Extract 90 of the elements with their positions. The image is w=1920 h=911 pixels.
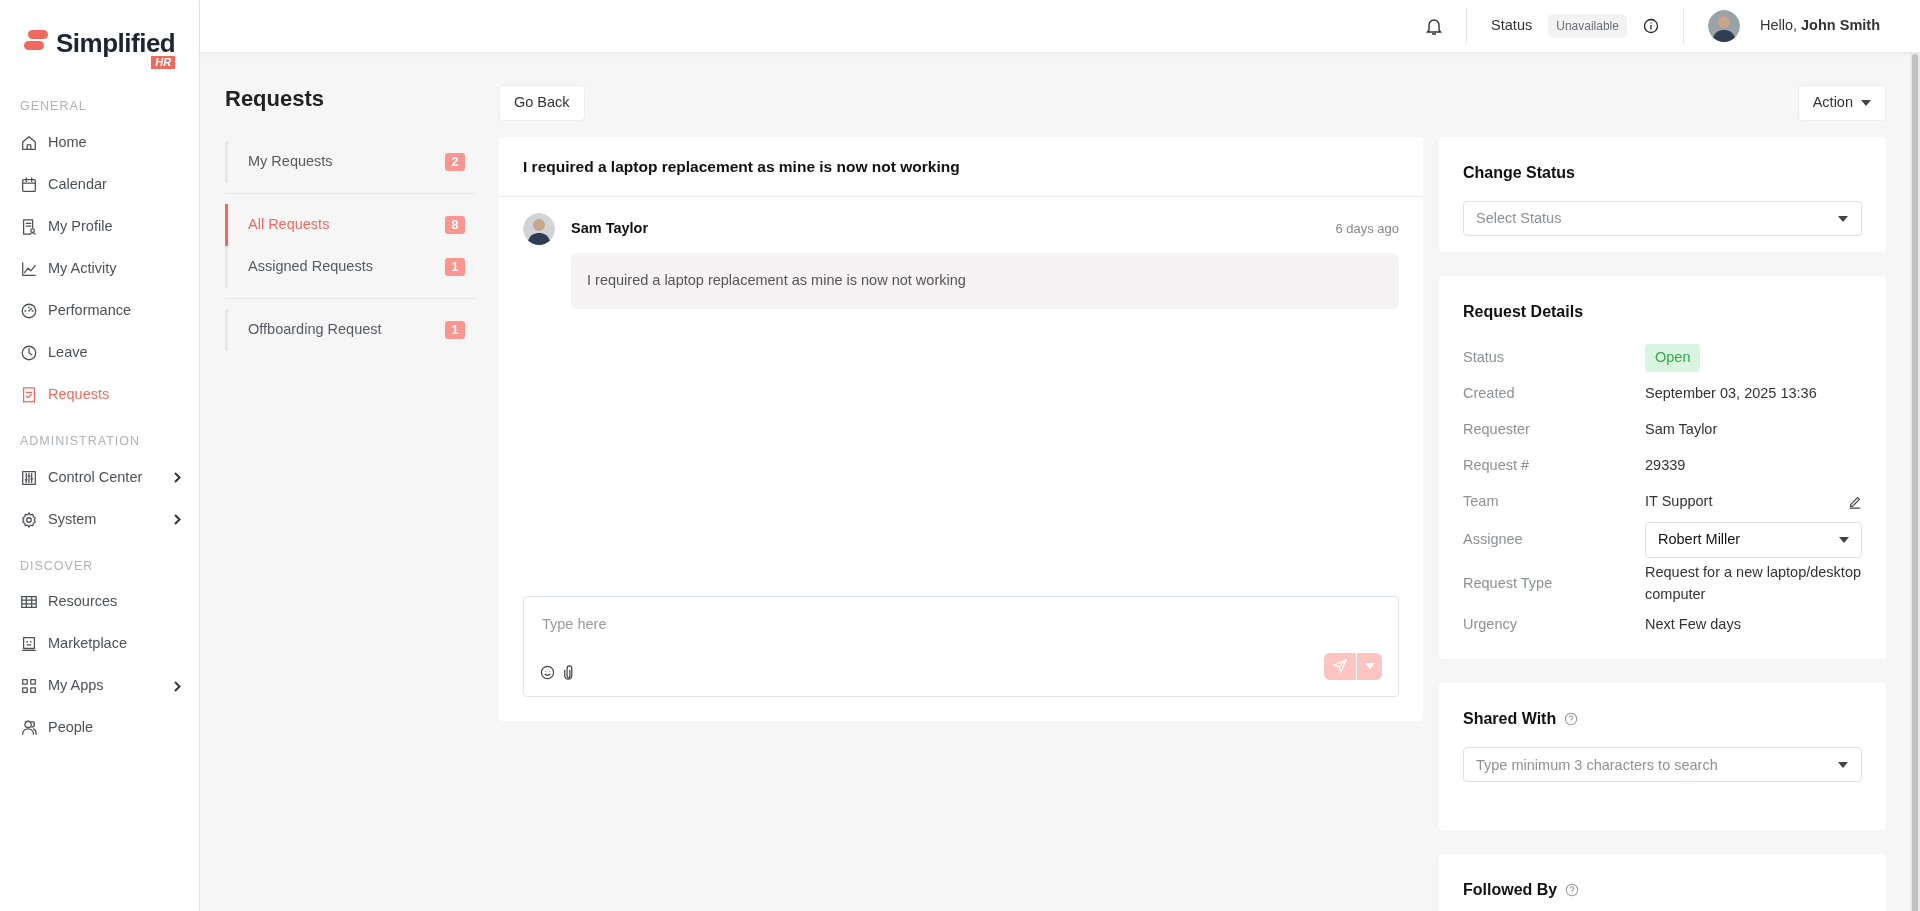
- info-icon[interactable]: [1642, 18, 1659, 34]
- bell-icon[interactable]: [1426, 17, 1443, 35]
- clock-icon: [20, 343, 38, 362]
- message-bubble: I required a laptop replacement as mine is now not working: [571, 252, 1399, 309]
- sidebar-item[interactable]: Leave: [0, 331, 199, 374]
- detail-value: Next Few days: [1645, 615, 1741, 635]
- status-select[interactable]: Select Status: [1463, 200, 1862, 236]
- chevron-icon: [174, 514, 181, 525]
- people-icon: [20, 719, 38, 738]
- request-nav-item[interactable]: Assigned Requests 1: [225, 246, 475, 288]
- detail-label: Requester: [1463, 419, 1531, 439]
- detail-value: 29339: [1645, 455, 1686, 475]
- chevron-icon: [174, 680, 181, 692]
- caret-icon: [1861, 99, 1871, 106]
- gear-icon: [20, 510, 38, 529]
- request-nav-item[interactable]: My Requests 2: [225, 141, 475, 183]
- receipt-icon: [20, 385, 38, 404]
- card-title: Request Details: [1463, 301, 1585, 322]
- avatar: [523, 212, 555, 245]
- sidebar-item[interactable]: Control Center: [0, 456, 199, 499]
- page-title: Requests: [225, 85, 326, 113]
- detail-label: Assignee: [1463, 529, 1524, 549]
- count-badge: 1: [445, 258, 465, 276]
- nav-label: Offboarding Request: [248, 320, 382, 340]
- detail-label: Request #: [1463, 455, 1531, 475]
- author-name: Sam Taylor: [571, 218, 650, 238]
- sidebar-section-title: ADMINISTRATION: [19, 432, 142, 450]
- sidebar-item[interactable]: Resources: [0, 581, 199, 624]
- greeting-text: Hello, John Smith: [1759, 16, 1880, 36]
- sidebar-item[interactable]: My Activity: [0, 247, 199, 290]
- help-icon[interactable]: [1564, 712, 1579, 727]
- nav-label: Assigned Requests: [248, 257, 373, 277]
- nav-label: My Requests: [248, 152, 333, 172]
- count-badge: 8: [445, 216, 465, 234]
- sidebar-item[interactable]: My Profile: [0, 205, 199, 248]
- sidebar-item[interactable]: Performance: [0, 289, 199, 332]
- sidebar-item[interactable]: Calendar: [0, 163, 199, 206]
- avatar: [1707, 10, 1740, 42]
- detail-value: Sam Taylor: [1645, 419, 1718, 439]
- caret-icon: [1838, 762, 1848, 769]
- caret-icon: [1838, 215, 1848, 222]
- sidebar-section-title: GENERAL: [19, 98, 88, 115]
- emoji-icon[interactable]: [540, 664, 555, 680]
- calendar-icon: [20, 175, 38, 194]
- help-icon[interactable]: [1565, 883, 1580, 898]
- screen-icon: [20, 635, 38, 654]
- send-icon: [1333, 659, 1347, 674]
- grid-icon: [20, 677, 38, 696]
- gauge-icon: [20, 301, 38, 320]
- logo-badge: HR: [151, 56, 176, 69]
- assignee-select[interactable]: Robert Miller: [1645, 521, 1862, 558]
- paperclip-icon[interactable]: [563, 664, 574, 680]
- action-button[interactable]: Action: [1797, 85, 1886, 121]
- card-title: Shared With: [1463, 709, 1557, 730]
- detail-value: Request for a new laptop/desktop computer: [1645, 562, 1862, 604]
- sidebar-item[interactable]: System: [0, 498, 199, 541]
- count-badge: 1: [445, 321, 465, 339]
- go-back-button[interactable]: Go Back: [499, 85, 585, 121]
- home-icon: [20, 133, 38, 152]
- sidebar-item[interactable]: People: [0, 707, 199, 750]
- card-title: Change Status: [1463, 162, 1576, 183]
- detail-label: Status: [1463, 347, 1506, 367]
- chart-icon: [20, 259, 38, 278]
- status-badge: Open: [1645, 343, 1701, 372]
- detail-label: Created: [1463, 383, 1516, 403]
- ticket-title: I required a laptop replacement as mine is now not working: [499, 136, 1423, 197]
- status-badge: Unavailable: [1548, 14, 1627, 38]
- status-label: Status: [1491, 16, 1533, 36]
- nav-label: All Requests: [248, 215, 330, 235]
- logo-icon: [24, 30, 48, 50]
- request-nav-item[interactable]: Offboarding Request 1: [225, 309, 475, 351]
- chevron-icon: [174, 472, 181, 483]
- caret-icon: [1839, 536, 1849, 543]
- card-title: Followed By: [1463, 880, 1558, 901]
- detail-label: Urgency: [1463, 615, 1518, 635]
- detail-label: Request Type: [1463, 573, 1554, 593]
- detail-value: September 03, 2025 13:36: [1645, 383, 1817, 403]
- profile-icon: [20, 217, 38, 236]
- caret-icon: [1364, 663, 1375, 670]
- pencil-icon[interactable]: [1848, 494, 1862, 509]
- detail-label: Team: [1463, 491, 1500, 511]
- count-badge: 2: [445, 153, 465, 171]
- sidebar-section-title: DISCOVER: [19, 557, 95, 575]
- detail-value: IT Support: [1645, 491, 1714, 511]
- shared-with-select[interactable]: Type minimum 3 characters to search: [1463, 747, 1862, 783]
- sidebar-item[interactable]: My Apps: [0, 665, 199, 708]
- sidebar-item[interactable]: Marketplace: [0, 623, 199, 666]
- sidebar-item[interactable]: Home: [0, 121, 199, 164]
- sliders-icon: [20, 468, 38, 487]
- message-time: 6 days ago: [1335, 220, 1399, 238]
